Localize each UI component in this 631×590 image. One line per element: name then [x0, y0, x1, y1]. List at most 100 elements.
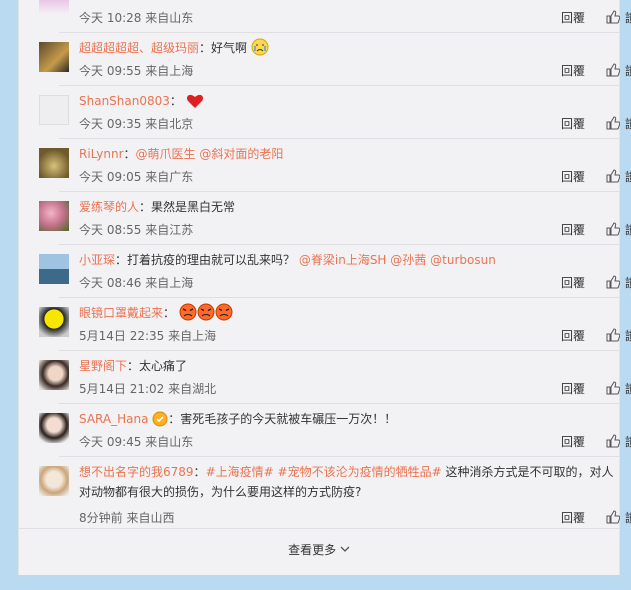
divider [59, 403, 619, 404]
divider [59, 138, 619, 139]
comment-meta: 8分钟前 来自山西 [79, 511, 175, 525]
divider [59, 297, 619, 298]
comment-meta: 今天 08:46 来自上海 [79, 276, 194, 290]
user-name-link[interactable]: 星野阁下 [79, 359, 127, 373]
divider [59, 32, 619, 33]
reply-button[interactable]: 回覆 [561, 380, 585, 397]
thumbs-up-icon[interactable] [606, 434, 620, 448]
user-name-link[interactable]: 想不出名字的我6789 [79, 465, 194, 479]
hashtag-link[interactable]: #宠物不该沦为疫情的牺牲品# [278, 465, 442, 479]
mention-link[interactable]: @脊梁in上海SH [299, 253, 387, 267]
comment-line: 爱练琴的人：果然是黑白无常 [79, 200, 236, 214]
thumbs-up-icon[interactable] [606, 328, 620, 342]
comment-item: 星野阁下：太心痛了 5月14日 21:02 来自湖北 回覆 讃 [39, 356, 631, 409]
avatar[interactable] [39, 307, 69, 337]
vip-badge-icon [152, 411, 168, 427]
mention-link[interactable]: @萌爪医生 [136, 147, 196, 161]
like-button[interactable]: 讃 [625, 62, 631, 79]
user-name-link[interactable]: 小亚琛 [79, 253, 115, 267]
comment-item: SARA_Hana ：害死毛孩子的今天就被车碾压一万次！！ 今天 09:45 来… [39, 409, 631, 462]
user-name-link[interactable]: 爱练琴的人 [79, 200, 139, 214]
divider [59, 456, 619, 457]
like-button[interactable]: 讃 [625, 168, 631, 185]
comment-panel: 今天 10:28 来自山东 回覆 讃 超超超超超、超级玛丽：好气啊 今天 09:… [18, 0, 631, 575]
thumbs-up-icon[interactable] [606, 381, 620, 395]
reply-button[interactable]: 回覆 [561, 327, 585, 344]
comment-item: ShanShan0803： 今天 09:35 来自北京 回覆 讃 [39, 91, 631, 144]
thumbs-up-icon[interactable] [606, 222, 620, 236]
hashtag-link[interactable]: #上海疫情# [206, 465, 274, 479]
avatar[interactable] [39, 0, 69, 14]
user-name-link[interactable]: 超超超超超、超级玛丽 [79, 41, 199, 55]
mention-link[interactable]: @斜对面的老阳 [199, 147, 283, 161]
comment-meta: 今天 09:55 来自上海 [79, 64, 194, 78]
comment-meta: 今天 09:05 来自广东 [79, 170, 194, 184]
avatar[interactable] [39, 360, 69, 390]
reply-button[interactable]: 回覆 [561, 62, 585, 79]
comment-line: ShanShan0803： [79, 91, 599, 111]
comment-item: 小亚琛：打着抗疫的理由就可以乱来吗？ @脊梁in上海SH @孙茜 @turbos… [39, 250, 631, 303]
reply-button[interactable]: 回覆 [561, 168, 585, 185]
thumbs-up-icon[interactable] [606, 116, 620, 130]
user-name-link[interactable]: SARA_Hana [79, 412, 148, 426]
comment-line: SARA_Hana ：害死毛孩子的今天就被车碾压一万次！！ [79, 411, 397, 427]
reply-button[interactable]: 回覆 [561, 115, 585, 132]
like-button[interactable]: 讃 [625, 327, 631, 344]
reply-button[interactable]: 回覆 [561, 221, 585, 238]
thumbs-up-icon[interactable] [606, 275, 620, 289]
divider [59, 191, 619, 192]
avatar[interactable] [39, 201, 69, 231]
comment-line: 眼镜口罩戴起来： [79, 303, 599, 323]
mention-link[interactable]: @孙茜 [390, 253, 426, 267]
user-name-link[interactable]: RiLynnr [79, 147, 124, 161]
comment-item: 超超超超超、超级玛丽：好气啊 今天 09:55 来自上海 回覆 讃 [39, 38, 631, 91]
reply-button[interactable]: 回覆 [561, 433, 585, 450]
comment-text: 太心痛了 [139, 359, 188, 373]
angry-emoji-icon [179, 303, 233, 321]
avatar[interactable] [39, 254, 69, 284]
comment-meta: 今天 08:55 来自江苏 [79, 223, 194, 237]
like-button[interactable]: 讃 [625, 433, 631, 450]
comment-line: 想不出名字的我6789：#上海疫情# #宠物不该沦为疫情的牺牲品# 这种消杀方式… [79, 465, 614, 479]
see-more-button[interactable]: 查看更多 [19, 541, 619, 559]
thumbs-up-icon[interactable] [606, 10, 620, 24]
avatar[interactable] [39, 148, 69, 178]
comment-text: 这种消杀方式是不可取的，对人 [441, 465, 614, 479]
reply-button[interactable]: 回覆 [561, 274, 585, 291]
thumbs-up-icon[interactable] [606, 63, 620, 77]
reply-button[interactable]: 回覆 [561, 9, 585, 26]
thumbs-up-icon[interactable] [606, 510, 620, 524]
user-name-link[interactable]: 眼镜口罩戴起来 [79, 306, 163, 320]
like-button[interactable]: 讃 [625, 221, 631, 238]
avatar[interactable] [39, 95, 69, 125]
heart-emoji-icon [186, 94, 203, 108]
comment-text-continued: 对动物都有很大的损伤，为什么要用这样的方式防疫? [79, 485, 362, 499]
like-button[interactable]: 讃 [625, 509, 631, 526]
comment-item: RiLynnr：@萌爪医生 @斜对面的老阳 今天 09:05 来自广东 回覆 讃 [39, 144, 631, 197]
comment-item: 想不出名字的我6789：#上海疫情# #宠物不该沦为疫情的牺牲品# 这种消杀方式… [39, 462, 631, 532]
avatar[interactable] [39, 466, 69, 496]
comment-meta: 5月14日 22:35 来自上海 [79, 329, 217, 343]
user-name-link[interactable]: ShanShan0803 [79, 94, 170, 108]
like-button[interactable]: 讃 [625, 274, 631, 291]
comment-meta: 今天 10:28 来自山东 [79, 11, 194, 25]
divider [59, 350, 619, 351]
comment-text: 打着抗疫的理由就可以乱来吗？ [127, 253, 296, 267]
divider [59, 85, 619, 86]
thumbs-up-icon[interactable] [606, 169, 620, 183]
mention-link[interactable]: @turbosun [430, 253, 496, 267]
comment-meta: 今天 09:35 来自北京 [79, 117, 194, 131]
like-button[interactable]: 讃 [625, 115, 631, 132]
like-button[interactable]: 讃 [625, 380, 631, 397]
divider [19, 528, 619, 529]
avatar[interactable] [39, 42, 69, 72]
comment-line: RiLynnr：@萌爪医生 @斜对面的老阳 [79, 147, 284, 161]
reply-button[interactable]: 回覆 [561, 509, 585, 526]
chevron-down-icon [340, 546, 350, 552]
comment-item: 爱练琴的人：果然是黑白无常 今天 08:55 来自江苏 回覆 讃 [39, 197, 631, 250]
comment-line: 小亚琛：打着抗疫的理由就可以乱来吗？ @脊梁in上海SH @孙茜 @turbos… [79, 253, 496, 267]
avatar[interactable] [39, 413, 69, 443]
see-more-label: 查看更多 [288, 543, 337, 557]
like-button[interactable]: 讃 [625, 9, 631, 26]
crying-emoji-icon [251, 38, 269, 56]
